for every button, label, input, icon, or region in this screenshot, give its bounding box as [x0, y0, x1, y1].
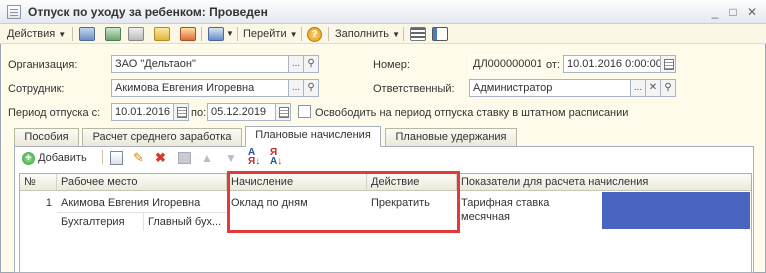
structure-icon[interactable] [208, 27, 224, 41]
add-icon: + [22, 151, 35, 165]
responsible-select-button[interactable]: ... [630, 79, 646, 97]
toolbar-separator [72, 27, 73, 41]
column-header-indicators[interactable]: Показатели для расчета начисления [457, 174, 751, 191]
responsible-open-icon[interactable]: ⚲ [660, 79, 676, 97]
period-to-label: по: [191, 107, 207, 119]
employee-select-button[interactable]: ... [288, 79, 304, 97]
employee-open-icon[interactable]: ⚲ [303, 79, 319, 97]
selected-value-cell[interactable] [602, 192, 750, 229]
employee-label: Сотрудник: [8, 83, 65, 95]
toolbar-separator [102, 150, 103, 164]
organization-field[interactable]: ЗАО "Дельтаон" [111, 55, 289, 73]
row-indicator[interactable]: Тарифная ставка месячная [461, 196, 601, 224]
calendar-icon[interactable] [173, 103, 189, 121]
unpost-document-icon[interactable] [180, 27, 196, 41]
organization-label: Организация: [8, 59, 78, 71]
copy-row-icon[interactable] [110, 151, 123, 165]
chevron-down-icon: ▼ [289, 30, 298, 39]
row-employee[interactable]: Акимова Евгения Игоревна [61, 196, 200, 210]
minimize-button[interactable]: _ [708, 5, 722, 19]
fill-label: Заполнить [335, 28, 390, 40]
chevron-down-icon: ▼ [392, 30, 400, 39]
sort-descending-icon[interactable]: Я A↓ [270, 148, 282, 167]
sort-ascending-icon[interactable]: A Я↓ [248, 148, 260, 167]
cell-divider [143, 212, 144, 231]
post-document-icon[interactable] [154, 27, 170, 41]
tab-planned-accruals[interactable]: Плановые начисления [245, 126, 381, 147]
structure-dropdown[interactable]: ▼ [226, 26, 234, 42]
toolbar-separator [237, 27, 238, 41]
tab-benefits[interactable]: Пособия [14, 128, 79, 146]
number-label: Номер: [373, 59, 410, 71]
date-from-label: от: [546, 59, 560, 71]
tab-average-earnings[interactable]: Расчет среднего заработка [82, 128, 242, 146]
indicator-line2: месячная [461, 211, 511, 223]
toolbar-separator [201, 27, 202, 41]
release-rate-label: Освободить на период отпуска ставку в шт… [315, 107, 629, 119]
chevron-down-icon: ▼ [58, 30, 67, 39]
move-up-icon[interactable]: ▲ [201, 150, 213, 166]
edit-icon[interactable]: ✎ [133, 150, 144, 166]
responsible-field[interactable]: Администратор [469, 79, 631, 97]
date-field[interactable]: 10.01.2016 0:00:00 [563, 55, 661, 73]
help-button[interactable]: ? [307, 27, 322, 42]
organization-select-button[interactable]: ... [288, 55, 304, 73]
document-icon [7, 5, 21, 19]
release-rate-checkbox[interactable] [298, 105, 311, 118]
toolbar-separator [403, 27, 404, 41]
copy-icon[interactable] [128, 27, 144, 41]
period-from-field[interactable]: 10.01.2016 [111, 103, 174, 121]
add-label: Добавить [38, 152, 87, 165]
responsible-label: Ответственный: [373, 83, 455, 95]
toolbar-separator [328, 27, 329, 41]
calendar-icon[interactable] [275, 103, 291, 121]
delete-icon[interactable]: ✖ [155, 150, 166, 166]
period-to-field[interactable]: 05.12.2019 [207, 103, 276, 121]
row-position[interactable]: Главный бух... [148, 215, 224, 229]
save-icon[interactable] [105, 27, 121, 41]
tab-planned-deductions[interactable]: Плановые удержания [385, 128, 517, 146]
fill-menu[interactable]: Заполнить ▼ [335, 26, 400, 42]
main-toolbar: Действия ▼ ▼ Перейти ▼ ? Заполнить ▼ [0, 24, 766, 44]
window-title: Отпуск по уходу за ребенком: Проведен [28, 5, 268, 19]
add-button[interactable]: + Добавить [22, 151, 87, 167]
actions-menu[interactable]: Действия ▼ [7, 26, 66, 42]
employee-field[interactable]: Акимова Евгения Игоревна [111, 79, 289, 97]
cell-divider [57, 212, 227, 213]
period-from-label: Период отпуска с: [8, 107, 101, 119]
title-bar: Отпуск по уходу за ребенком: Проведен _ … [0, 0, 766, 24]
calendar-icon[interactable] [660, 55, 676, 73]
close-button[interactable]: ✕ [745, 5, 759, 19]
number-field[interactable]: ДЛ000000001 [469, 55, 542, 73]
actions-label: Действия [7, 28, 56, 40]
goto-menu[interactable]: Перейти ▼ [243, 26, 298, 42]
toolbar-separator [301, 27, 302, 41]
row-number: 1 [45, 197, 52, 209]
clear-icon[interactable]: ✕ [645, 79, 661, 97]
column-header-number[interactable]: № [20, 174, 57, 191]
indicator-line1: Тарифная ставка [461, 197, 550, 209]
move-down-icon[interactable]: ▼ [225, 150, 237, 166]
structure-tree-icon[interactable] [432, 27, 448, 41]
list-settings-icon[interactable] [410, 27, 426, 41]
goto-label: Перейти [243, 28, 287, 40]
restore-button[interactable]: □ [726, 5, 740, 19]
row-department[interactable]: Бухгалтерия [61, 215, 125, 229]
end-edit-icon[interactable] [178, 152, 191, 164]
save-close-icon[interactable] [79, 27, 95, 41]
highlight-box [227, 171, 460, 233]
organization-open-icon[interactable]: ⚲ [303, 55, 319, 73]
column-header-workplace[interactable]: Рабочее место [57, 174, 227, 191]
